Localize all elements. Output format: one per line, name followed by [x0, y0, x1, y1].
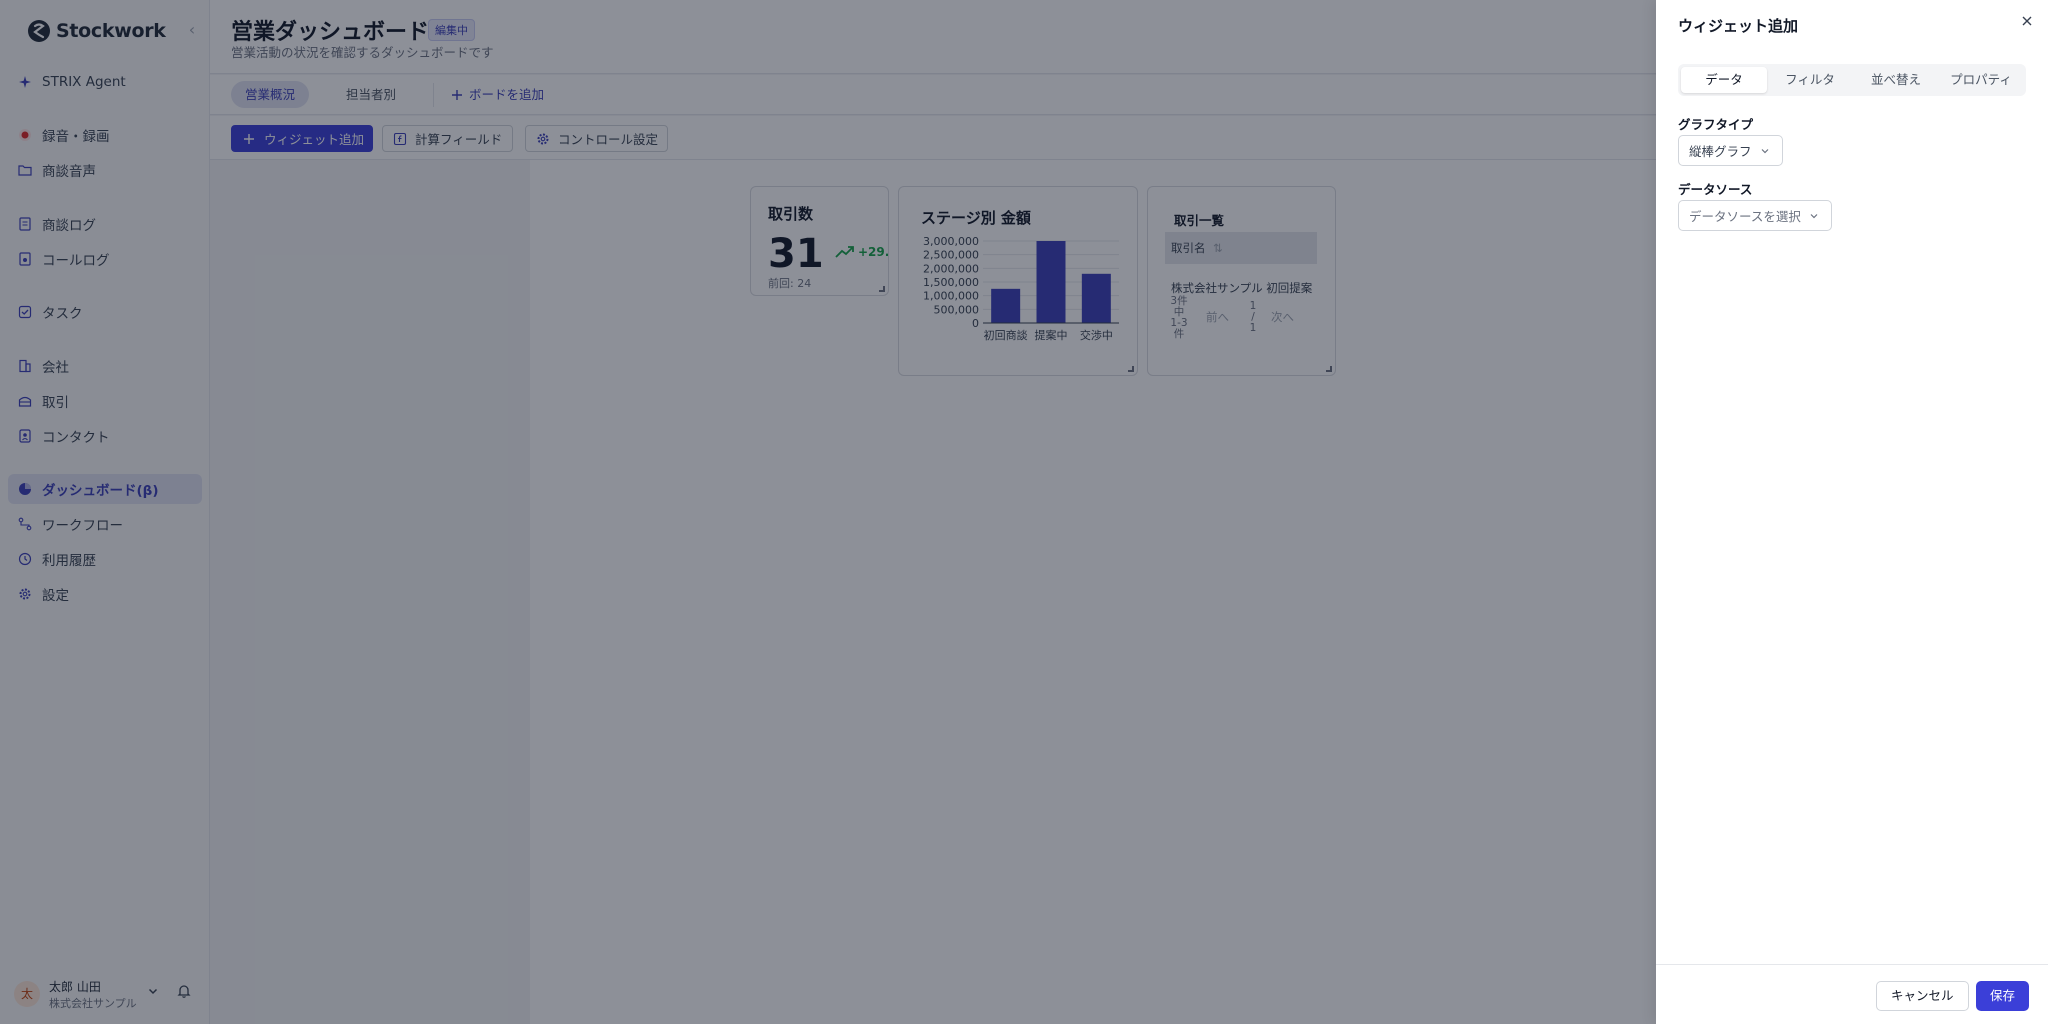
data-source-select[interactable]: データソースを選択: [1678, 200, 1832, 231]
add-widget-drawer: ウィジェット追加 データ フィルタ 並べ替え プロパティ グラフタイプ 縦棒グラ…: [1656, 0, 2048, 1024]
tab-sort[interactable]: 並べ替え: [1853, 67, 1939, 93]
graph-type-label: グラフタイプ: [1678, 117, 1754, 132]
data-source-placeholder: データソースを選択: [1689, 209, 1801, 224]
cancel-button[interactable]: キャンセル: [1876, 981, 1969, 1011]
chevron-down-icon: [1761, 148, 1768, 153]
chevron-down-icon: [1810, 213, 1818, 218]
drawer-footer: キャンセル 保存: [1656, 964, 2048, 1024]
data-source-label: データソース: [1678, 182, 1753, 197]
graph-type-value: 縦棒グラフ: [1689, 144, 1752, 159]
graph-type-select[interactable]: 縦棒グラフ: [1678, 135, 1783, 166]
drawer-tabs: データ フィルタ 並べ替え プロパティ: [1678, 64, 2026, 96]
tab-properties[interactable]: プロパティ: [1938, 67, 2024, 93]
tab-filter[interactable]: フィルタ: [1767, 67, 1853, 93]
drawer-title: ウィジェット追加: [1678, 17, 1799, 35]
tab-data[interactable]: データ: [1681, 67, 1767, 93]
save-button[interactable]: 保存: [1976, 981, 2030, 1011]
close-icon[interactable]: [2020, 14, 2034, 28]
modal-backdrop[interactable]: [0, 0, 1656, 1024]
